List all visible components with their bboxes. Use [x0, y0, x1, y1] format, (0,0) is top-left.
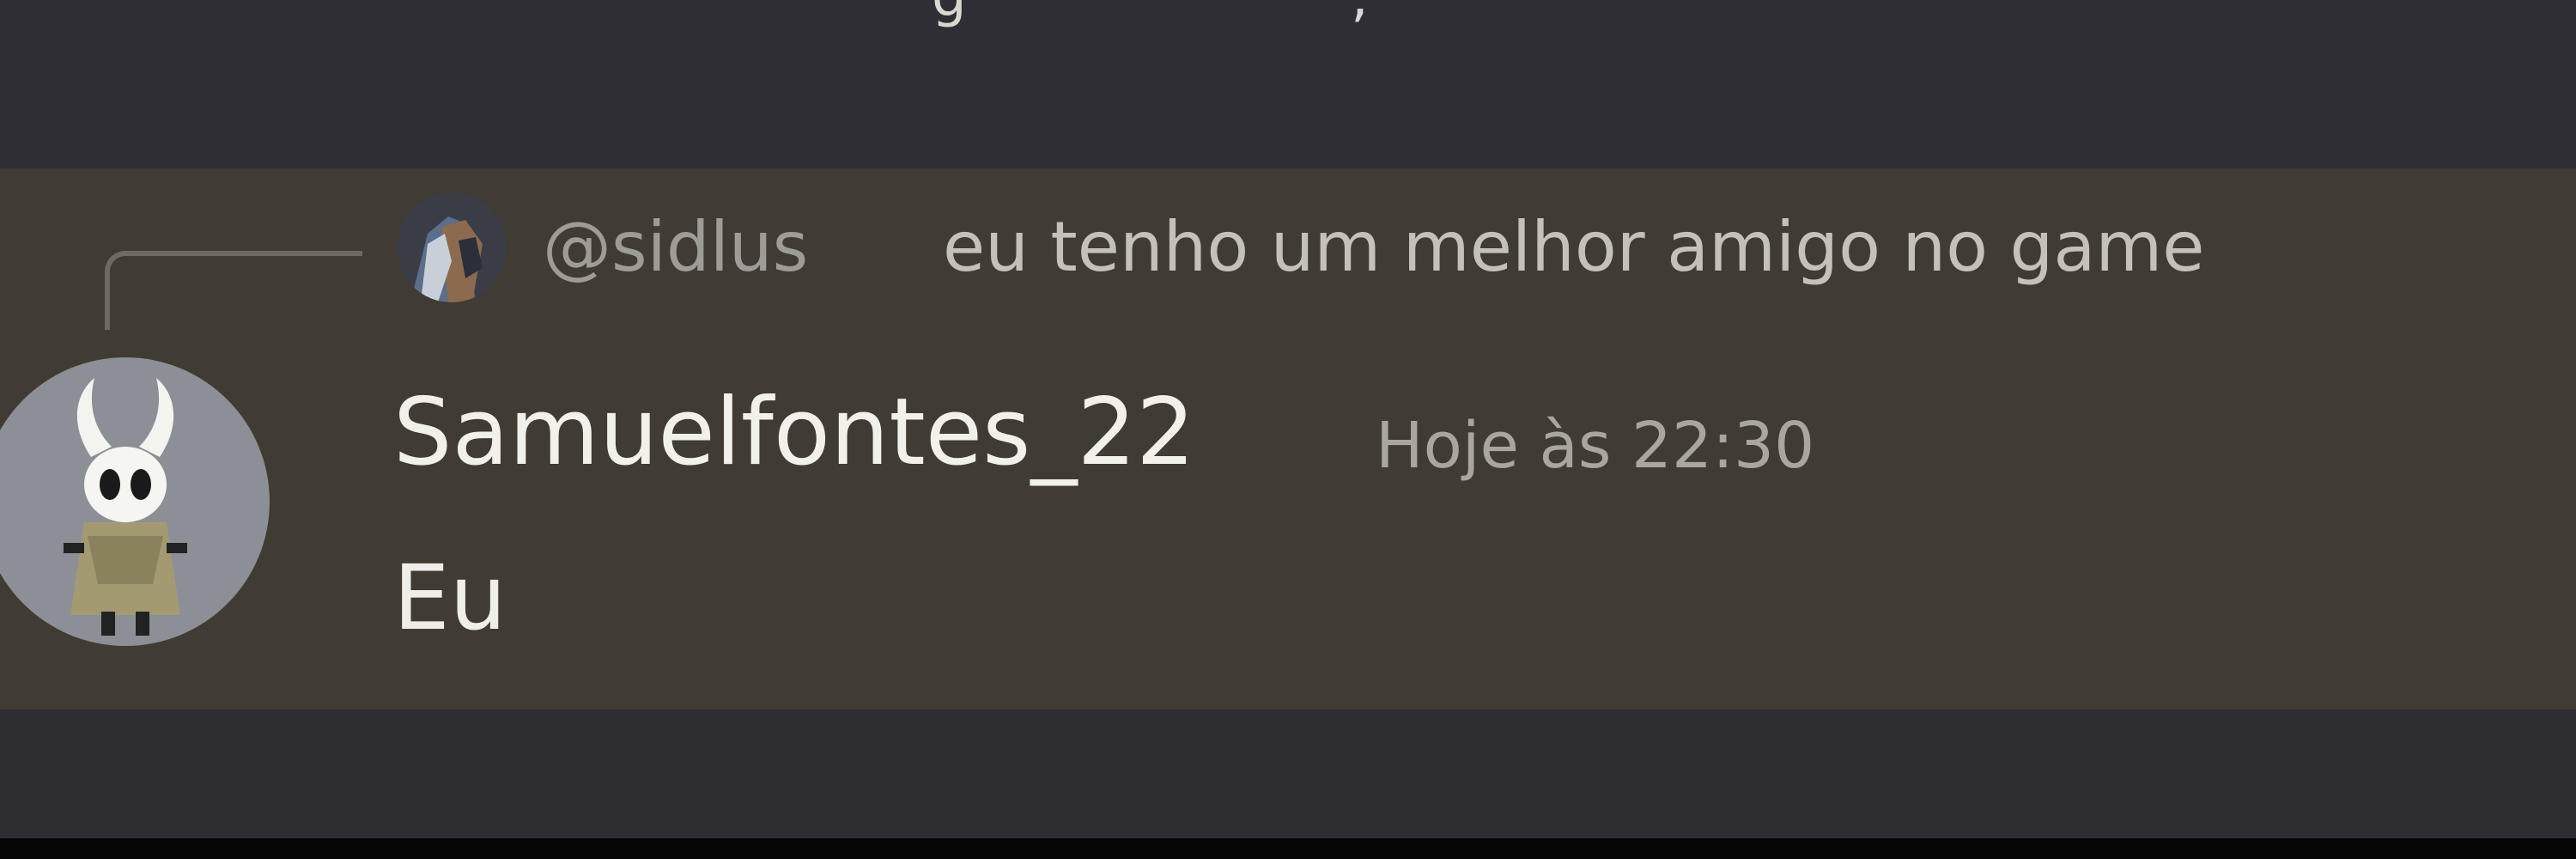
reply-avatar[interactable]: [397, 192, 507, 302]
chat-message[interactable]: @sidlus eu tenho um melhor amigo no game…: [0, 168, 2576, 710]
username[interactable]: Samuelfontes_22: [393, 387, 1195, 479]
reply-connector-line: [105, 251, 362, 330]
avatar[interactable]: [0, 357, 270, 646]
reply-mention[interactable]: @sidlus: [543, 213, 808, 282]
reply-preview-text[interactable]: eu tenho um melhor amigo no game: [943, 213, 2205, 282]
previous-message-area: g ,: [0, 0, 2576, 168]
cutoff-text-decoration: g ,: [932, 0, 1369, 29]
reply-user-avatar-icon: [397, 192, 507, 302]
message-content: Eu: [393, 545, 507, 650]
message-timestamp: Hoje às 22:30: [1376, 409, 1815, 483]
hollow-knight-avatar-icon: [0, 357, 270, 646]
bottom-edge: [0, 838, 2576, 859]
chat-background: [0, 710, 2576, 838]
